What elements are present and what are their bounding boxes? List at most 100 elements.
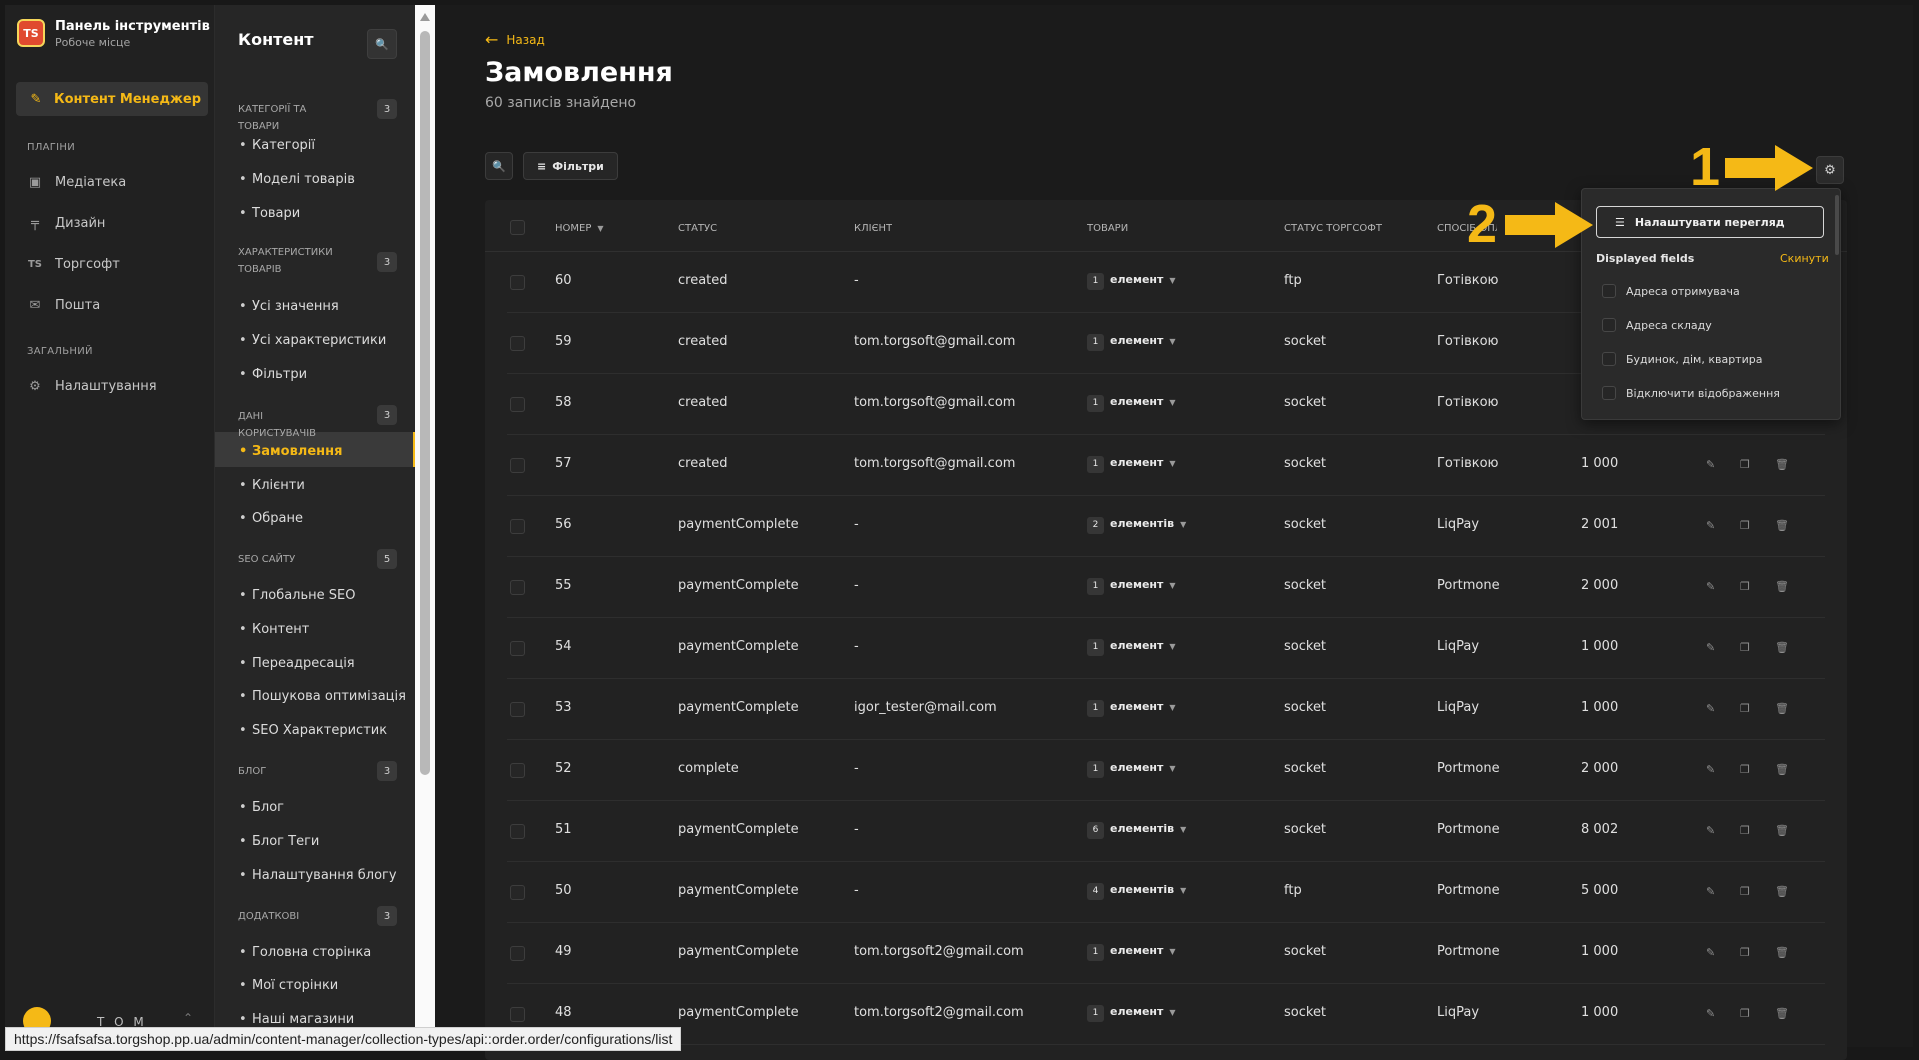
trash-icon[interactable]: 🗑 bbox=[1775, 885, 1789, 898]
row-checkbox[interactable] bbox=[510, 519, 525, 534]
subnav-item[interactable]: Усі значення bbox=[239, 299, 339, 314]
edit-icon[interactable]: ✎ bbox=[1706, 458, 1715, 471]
cell-items[interactable]: 1 елемент ▼ bbox=[1087, 638, 1176, 656]
subnav-group-label[interactable]: КАТЕГОРІЇ ТА ТОВАРИ bbox=[238, 101, 338, 135]
edit-icon[interactable]: ✎ bbox=[1706, 885, 1715, 898]
cell-items[interactable]: 1 елемент ▼ bbox=[1087, 333, 1176, 351]
subnav-item[interactable]: Усі характеристики bbox=[239, 333, 386, 348]
trash-icon[interactable]: 🗑 bbox=[1775, 641, 1789, 654]
row-checkbox[interactable] bbox=[510, 336, 525, 351]
subnav-item[interactable]: Налаштування блогу bbox=[239, 868, 397, 883]
nav-item-design[interactable]: ╤ Дизайн bbox=[27, 216, 105, 231]
cell-items[interactable]: 1 елемент ▼ bbox=[1087, 455, 1176, 473]
subnav-search-button[interactable]: 🔍 bbox=[367, 29, 397, 59]
edit-icon[interactable]: ✎ bbox=[1706, 1007, 1715, 1020]
subnav-item[interactable]: Переадресація bbox=[239, 656, 355, 671]
row-checkbox[interactable] bbox=[510, 824, 525, 839]
edit-icon[interactable]: ✎ bbox=[1706, 824, 1715, 837]
duplicate-icon[interactable]: ❐ bbox=[1740, 641, 1750, 654]
field-checkbox[interactable] bbox=[1602, 284, 1616, 298]
cell-items[interactable]: 1 елемент ▼ bbox=[1087, 1004, 1176, 1022]
cell-items[interactable]: 1 елемент ▼ bbox=[1087, 943, 1176, 961]
subnav-group-label[interactable]: ХАРАКТЕРИСТИКИ ТОВАРІВ bbox=[238, 244, 338, 278]
nav-item-content-manager[interactable]: ✎ Контент Менеджер bbox=[16, 82, 208, 116]
cell-items[interactable]: 2 елементів ▼ bbox=[1087, 516, 1186, 534]
row-checkbox[interactable] bbox=[510, 1007, 525, 1022]
subnav-group-label[interactable]: БЛОГ bbox=[238, 763, 338, 780]
table-row[interactable]: 52 complete - 1 елемент ▼ socket Portmone 2 000 ✎… bbox=[507, 740, 1825, 801]
duplicate-icon[interactable]: ❐ bbox=[1740, 702, 1750, 715]
column-header-status[interactable]: СТАТУС bbox=[678, 223, 717, 234]
row-checkbox[interactable] bbox=[510, 885, 525, 900]
trash-icon[interactable]: 🗑 bbox=[1775, 824, 1789, 837]
duplicate-icon[interactable]: ❐ bbox=[1740, 763, 1750, 776]
subnav-group-label[interactable]: ДАНІ КОРИСТУВАЧІВ bbox=[238, 408, 338, 442]
row-checkbox[interactable] bbox=[510, 763, 525, 778]
column-header-torgsoft-status[interactable]: СТАТУС ТОРГСОФТ bbox=[1284, 223, 1382, 234]
edit-icon[interactable]: ✎ bbox=[1706, 702, 1715, 715]
duplicate-icon[interactable]: ❐ bbox=[1740, 1007, 1750, 1020]
row-checkbox[interactable] bbox=[510, 580, 525, 595]
nav-item-torgsoft[interactable]: TS Торгсофт bbox=[27, 257, 120, 272]
scroll-thumb[interactable] bbox=[420, 31, 430, 775]
subnav-item[interactable]: Мої сторінки bbox=[239, 978, 338, 993]
subnav-item[interactable]: Блог Теги bbox=[239, 834, 319, 849]
field-checkbox[interactable] bbox=[1602, 386, 1616, 400]
row-checkbox[interactable] bbox=[510, 397, 525, 412]
trash-icon[interactable]: 🗑 bbox=[1775, 1007, 1789, 1020]
select-all-checkbox[interactable] bbox=[510, 220, 525, 235]
filters-button[interactable]: ≡ Фільтри bbox=[523, 152, 618, 180]
table-row[interactable]: 56 paymentComplete - 2 елементів ▼ socket LiqPa… bbox=[507, 496, 1825, 557]
field-option[interactable]: Адреса отримувача bbox=[1602, 284, 1740, 298]
edit-icon[interactable]: ✎ bbox=[1706, 519, 1715, 532]
duplicate-icon[interactable]: ❐ bbox=[1740, 580, 1750, 593]
cell-items[interactable]: 1 елемент ▼ bbox=[1087, 577, 1176, 595]
subnav-group-label[interactable]: SEO САЙТУ bbox=[238, 551, 338, 568]
table-row[interactable]: 48 paymentComplete tom.torgsoft2@gmail.com… bbox=[507, 984, 1825, 1045]
subnav-item[interactable]: Наші магазини bbox=[239, 1012, 354, 1027]
subnav-item[interactable]: Обране bbox=[239, 511, 303, 526]
subnav-item[interactable]: Категорії bbox=[239, 138, 315, 153]
row-checkbox[interactable] bbox=[510, 458, 525, 473]
subnav-item[interactable]: Фільтри bbox=[239, 367, 307, 382]
edit-icon[interactable]: ✎ bbox=[1706, 580, 1715, 593]
nav-item-media[interactable]: ▣ Медіатека bbox=[27, 175, 126, 190]
reset-link[interactable]: Скинути bbox=[1780, 252, 1829, 265]
cell-items[interactable]: 1 елемент ▼ bbox=[1087, 760, 1176, 778]
subnav-item[interactable]: Моделі товарів bbox=[239, 172, 355, 187]
trash-icon[interactable]: 🗑 bbox=[1775, 580, 1789, 593]
subnav-item[interactable]: Клієнти bbox=[239, 478, 305, 493]
back-link[interactable]: ← Назад bbox=[485, 30, 545, 49]
subnav-item-orders[interactable]: Замовлення bbox=[239, 444, 343, 459]
settings-gear-button[interactable]: ⚙ bbox=[1816, 156, 1844, 184]
duplicate-icon[interactable]: ❐ bbox=[1740, 519, 1750, 532]
row-checkbox[interactable] bbox=[510, 702, 525, 717]
table-search-button[interactable]: 🔍 bbox=[485, 152, 513, 180]
table-row[interactable]: 55 paymentComplete - 1 елемент ▼ socket Portmon… bbox=[507, 557, 1825, 618]
column-header-number[interactable]: НОМЕР ▼ bbox=[555, 223, 604, 234]
field-checkbox[interactable] bbox=[1602, 352, 1616, 366]
subnav-item[interactable]: SEO Характеристик bbox=[239, 723, 387, 738]
configure-view-button[interactable]: ☰ Налаштувати перегляд bbox=[1596, 206, 1824, 238]
field-checkbox[interactable] bbox=[1602, 318, 1616, 332]
row-checkbox[interactable] bbox=[510, 641, 525, 656]
field-option[interactable]: Адреса складу bbox=[1602, 318, 1712, 332]
duplicate-icon[interactable]: ❐ bbox=[1740, 824, 1750, 837]
table-row[interactable]: 53 paymentComplete igor_tester@mail.com 1 ел… bbox=[507, 679, 1825, 740]
cell-items[interactable]: 4 елементів ▼ bbox=[1087, 882, 1186, 900]
subnav-item[interactable]: Контент bbox=[239, 622, 309, 637]
field-option[interactable]: Відключити відображення bbox=[1602, 386, 1780, 400]
row-checkbox[interactable] bbox=[510, 946, 525, 961]
duplicate-icon[interactable]: ❐ bbox=[1740, 946, 1750, 959]
column-header-items[interactable]: ТОВАРИ bbox=[1087, 223, 1128, 234]
field-option[interactable]: Будинок, дім, квартира bbox=[1602, 352, 1762, 366]
duplicate-icon[interactable]: ❐ bbox=[1740, 885, 1750, 898]
table-row[interactable]: 54 paymentComplete - 1 елемент ▼ socket LiqPay 1… bbox=[507, 618, 1825, 679]
cell-items[interactable]: 6 елементів ▼ bbox=[1087, 821, 1186, 839]
trash-icon[interactable]: 🗑 bbox=[1775, 946, 1789, 959]
subnav-scrollbar[interactable] bbox=[415, 5, 435, 1047]
duplicate-icon[interactable]: ❐ bbox=[1740, 458, 1750, 471]
cell-items[interactable]: 1 елемент ▼ bbox=[1087, 699, 1176, 717]
trash-icon[interactable]: 🗑 bbox=[1775, 702, 1789, 715]
subnav-item[interactable]: Блог bbox=[239, 800, 284, 815]
